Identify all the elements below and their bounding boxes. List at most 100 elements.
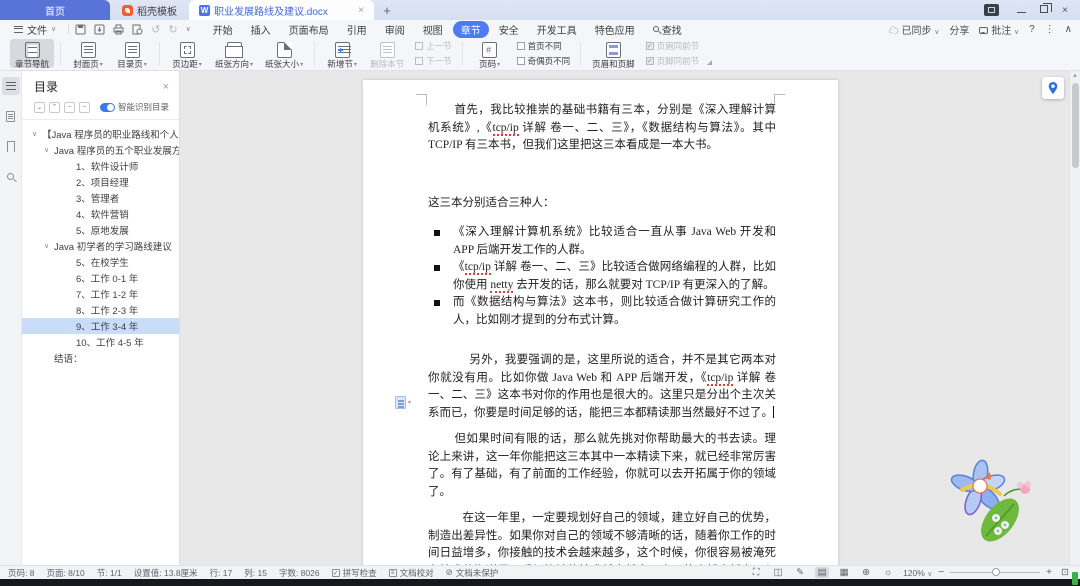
toc-item[interactable]: ∨ 2、项目经理 [22, 174, 179, 190]
page-body[interactable]: 首先，我比较推崇的基础书籍有三本，分别是《深入理解计算机系统》,《tcp/ip … [428, 102, 776, 565]
page-number-button[interactable]: 页码▾ [469, 39, 511, 69]
toc-item[interactable]: ∨ 7、工作 1-2 年 [22, 286, 179, 302]
toc-page-button[interactable]: 目录页 ▾ [111, 39, 153, 69]
collapse-ribbon-button[interactable]: ∧ [1065, 24, 1072, 35]
undo-button[interactable]: ↺ [151, 23, 160, 36]
zoom-in-button[interactable]: + [1046, 567, 1052, 578]
paper-size-button[interactable]: 纸张大小 ▾ [260, 39, 308, 69]
vertical-scrollbar[interactable]: ▲ [1069, 71, 1080, 565]
toc-item[interactable]: ∨ 5、在校学生 [22, 254, 179, 270]
toc-item[interactable]: ∨ Java 初学者的学习路线建议 [22, 238, 179, 254]
toc-level-minus2-button[interactable]: − [79, 101, 90, 113]
spellcheck-button[interactable]: ✓ 拼写检查 [331, 567, 377, 579]
paste-options-button[interactable]: ▾ [395, 396, 411, 409]
toc-item[interactable]: ∨ 4、软件营销 [22, 206, 179, 222]
customize-toolbar-icon[interactable]: ∨ [186, 25, 191, 33]
more-options-button[interactable]: ⋮ [1045, 24, 1055, 35]
zoom-level[interactable]: 120% ∨ [903, 568, 932, 578]
fit-page-icon[interactable]: ⊡ [1058, 567, 1072, 578]
smart-toc-toggle[interactable]: 智能识别目录 [99, 101, 169, 113]
toc-item[interactable]: ∨ 6、工作 0-1 年 [22, 270, 179, 286]
file-menu-button[interactable]: 文件 ∨ [8, 22, 62, 37]
toc-item[interactable]: ∨ 【Java 程序员的职业路线和个人发展 ... [22, 126, 179, 142]
document-page[interactable]: 首先，我比较推崇的基础书籍有三本，分别是《深入理解计算机系统》,《tcp/ip … [363, 80, 838, 565]
proofread-button[interactable]: ≡ 文档校对 [388, 567, 434, 579]
margins-button[interactable]: 页边距 ▾ [166, 39, 208, 69]
toc-level-minus-button[interactable]: − [64, 101, 75, 113]
write-mode-icon[interactable]: ✎ [793, 567, 807, 578]
toc-panel-button[interactable] [1, 77, 20, 95]
print-button[interactable] [113, 24, 124, 35]
header-same-checkbox[interactable]: ✓ 页眉同前节 [645, 40, 699, 52]
document-position-button[interactable] [1042, 77, 1064, 99]
zoom-slider-handle[interactable] [992, 568, 1001, 576]
ribbon-tab[interactable]: 章节 [452, 20, 489, 38]
prev-section-button[interactable]: 上一节 [415, 40, 452, 52]
ribbon-tab[interactable]: 开始 [205, 21, 241, 38]
ribbon-tab[interactable]: 引用 [339, 21, 375, 38]
toc-item[interactable]: ∨ 5、原地发展 [22, 222, 179, 238]
ribbon-tab[interactable]: 安全 [491, 21, 527, 38]
ribbon-tab[interactable]: 审阅 [377, 21, 413, 38]
minimize-button[interactable] [1017, 5, 1027, 16]
toc-item[interactable]: ∨ 1、软件设计师 [22, 158, 179, 174]
delete-section-button[interactable]: 删除本节 [365, 39, 409, 69]
status-section[interactable]: 节: 1/1 [97, 567, 122, 579]
header-footer-button[interactable]: 页眉和页脚 [587, 39, 640, 69]
ribbon-tab[interactable]: 视图 [415, 21, 451, 38]
first-page-diff-checkbox[interactable]: 首页不同 [516, 40, 571, 52]
redo-button[interactable]: ↻ [168, 23, 177, 36]
status-page-count[interactable]: 页面: 8/10 [46, 567, 84, 579]
zoom-out-button[interactable]: − [938, 567, 944, 578]
collapse-all-button[interactable]: ⌃ [49, 101, 60, 113]
zoom-slider[interactable] [950, 568, 1041, 576]
tab-docer-templates[interactable]: 稻壳模板 [110, 0, 189, 20]
outline-view-icon[interactable]: ▦ [837, 567, 851, 578]
thumbnails-button[interactable] [2, 107, 20, 125]
comment-button[interactable]: 批注 ∨ [979, 22, 1019, 37]
find-panel-button[interactable] [2, 167, 20, 185]
document-canvas[interactable]: 首先，我比较推崇的基础书籍有三本，分别是《深入理解计算机系统》,《tcp/ip … [180, 71, 1080, 565]
toc-item[interactable]: ∨ Java 程序员的五个职业发展方向 [22, 142, 179, 158]
help-button[interactable]: ? [1029, 24, 1035, 35]
eye-protection-icon[interactable]: ☼ [881, 567, 895, 578]
workspace-badge-icon[interactable] [984, 4, 1000, 16]
ribbon-tab[interactable]: 开发工具 [529, 21, 585, 38]
fullscreen-view-icon[interactable]: ⛶ [749, 567, 763, 578]
status-word-count[interactable]: 字数: 8026 [279, 567, 320, 579]
toc-item[interactable]: ∨ 结语： [22, 350, 179, 366]
expand-all-button[interactable]: ⌄ [34, 101, 45, 113]
cover-page-button[interactable]: 封面页 ▾ [67, 39, 109, 69]
scroll-up-icon[interactable]: ▲ [1072, 71, 1078, 81]
ribbon-tab[interactable]: 特色应用 [587, 21, 643, 38]
footer-same-checkbox[interactable]: ✓ 页脚同前节 [645, 55, 699, 67]
close-panel-icon[interactable]: × [163, 81, 169, 93]
orientation-button[interactable]: 纸张方向 ▾ [210, 39, 258, 69]
share-button[interactable]: 分享 [949, 22, 969, 37]
print-preview-button[interactable] [132, 24, 143, 35]
save-button[interactable] [75, 24, 86, 35]
toc-item[interactable]: ∨ 8、工作 2-3 年 [22, 302, 179, 318]
ribbon-tab[interactable]: 页面布局 [281, 21, 337, 38]
protection-button[interactable]: ⊘ 文档未保护 [446, 567, 499, 579]
sync-status-button[interactable]: ☁ 已同步 ∨ [889, 22, 940, 37]
odd-even-diff-checkbox[interactable]: 奇偶页不同 [516, 55, 570, 67]
dialog-launcher-icon[interactable] [707, 60, 713, 65]
ribbon-tab[interactable]: 插入 [243, 21, 279, 38]
next-section-button[interactable]: 下一节 [415, 55, 452, 67]
restore-button[interactable] [1040, 2, 1053, 16]
toc-item[interactable]: ∨ 3、管理者 [22, 190, 179, 206]
toc-item[interactable]: ∨ 9、工作 3-4 年 [22, 318, 179, 334]
toc-item[interactable]: ∨ 10、工作 4-5 年 [22, 334, 179, 350]
scrollbar-thumb[interactable] [1071, 83, 1079, 168]
section-navigation-button[interactable]: 章节导航 [10, 39, 55, 69]
close-button[interactable]: × [1062, 5, 1068, 16]
find-button[interactable]: 查找 [652, 22, 682, 37]
bookmarks-button[interactable] [2, 137, 20, 155]
tab-home[interactable]: 首页 [0, 0, 110, 20]
close-tab-icon[interactable]: × [350, 5, 364, 16]
page-view-icon[interactable]: ▤ [815, 567, 830, 578]
export-pdf-button[interactable] [94, 24, 105, 35]
new-section-button[interactable]: 新增节▾ [321, 39, 363, 69]
read-layout-icon[interactable]: ◫ [771, 567, 785, 578]
